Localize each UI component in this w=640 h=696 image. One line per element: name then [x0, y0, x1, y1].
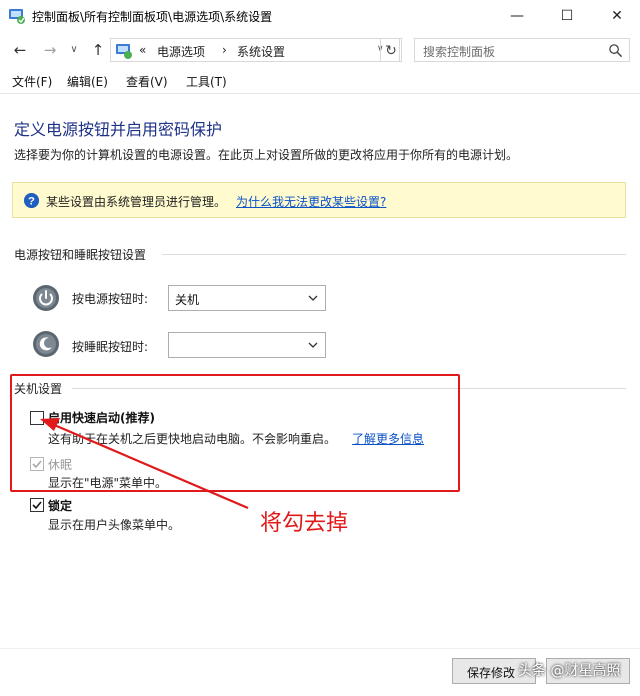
sleep-button-label: 按睡眠按钮时:	[72, 340, 149, 354]
chevron-down-icon	[308, 295, 318, 301]
search-icon[interactable]	[608, 43, 623, 58]
menu-edit[interactable]: 编辑(E)	[67, 73, 108, 90]
up-button[interactable]: ↑	[88, 40, 108, 60]
divider	[162, 254, 626, 255]
refresh-button[interactable]: ↻	[380, 38, 402, 62]
forward-button[interactable]: →	[40, 40, 60, 60]
control-panel-icon	[116, 44, 132, 59]
why-cannot-change-link[interactable]: 为什么我无法更改某些设置?	[236, 193, 386, 210]
lock-description: 显示在用户头像菜单中。	[48, 518, 181, 532]
sleep-button-select[interactable]	[168, 332, 326, 358]
svg-text:?: ?	[28, 195, 35, 207]
checkmark-icon	[32, 501, 42, 510]
question-icon: ?	[23, 192, 40, 209]
annotation-text: 将勾去掉	[260, 511, 349, 536]
maximize-button[interactable]: ☐	[544, 0, 590, 32]
info-text: 某些设置由系统管理员进行管理。	[46, 195, 227, 209]
minimize-button[interactable]: —	[494, 0, 540, 32]
breadcrumb-overflow[interactable]: «	[139, 43, 146, 57]
close-button[interactable]: ✕	[594, 0, 640, 32]
address-bar[interactable]: « 电源选项 › 系统设置 ∨	[110, 38, 400, 62]
search-placeholder: 搜索控制面板	[423, 45, 496, 59]
annotation-highlight-box	[10, 374, 460, 492]
window-title: 控制面板\所有控制面板项\电源选项\系统设置	[32, 10, 273, 24]
breadcrumb-system-settings[interactable]: 系统设置	[237, 43, 285, 60]
menu-view[interactable]: 查看(V)	[126, 73, 168, 90]
breadcrumb-power-options[interactable]: 电源选项	[157, 43, 205, 60]
breadcrumb-separator[interactable]: ›	[222, 43, 227, 57]
power-button-select[interactable]: 关机	[168, 285, 326, 311]
menu-file[interactable]: 文件(F)	[12, 73, 52, 90]
chevron-down-icon	[308, 342, 318, 348]
watermark-text: 头条 @财星高照	[518, 663, 621, 679]
admin-info-bar: ? 某些设置由系统管理员进行管理。 为什么我无法更改某些设置?	[12, 182, 626, 218]
control-panel-icon	[9, 9, 25, 24]
power-icon	[33, 285, 59, 311]
search-input[interactable]: 搜索控制面板	[414, 38, 630, 62]
power-button-label: 按电源按钮时:	[72, 292, 149, 306]
menu-tools[interactable]: 工具(T)	[186, 73, 227, 90]
sleep-icon	[33, 331, 59, 357]
power-button-value: 关机	[175, 293, 200, 307]
page-description: 选择要为你的计算机设置的电源设置。在此页上对设置所做的更改将应用于你所有的电源计…	[14, 148, 519, 162]
page-title: 定义电源按钮并启用密码保护	[14, 120, 223, 139]
recent-locations-button[interactable]: ∨	[64, 40, 84, 60]
title-bar: 控制面板\所有控制面板项\电源选项\系统设置 — ☐ ✕	[0, 0, 640, 32]
buttons-section-heading: 电源按钮和睡眠按钮设置	[14, 248, 147, 262]
menu-bar: 文件(F) 编辑(E) 查看(V) 工具(T)	[0, 70, 640, 94]
back-button[interactable]: ←	[10, 40, 30, 60]
lock-checkbox[interactable]	[30, 498, 44, 512]
save-changes-label: 保存修改	[467, 666, 516, 680]
lock-label[interactable]: 锁定	[48, 497, 72, 514]
